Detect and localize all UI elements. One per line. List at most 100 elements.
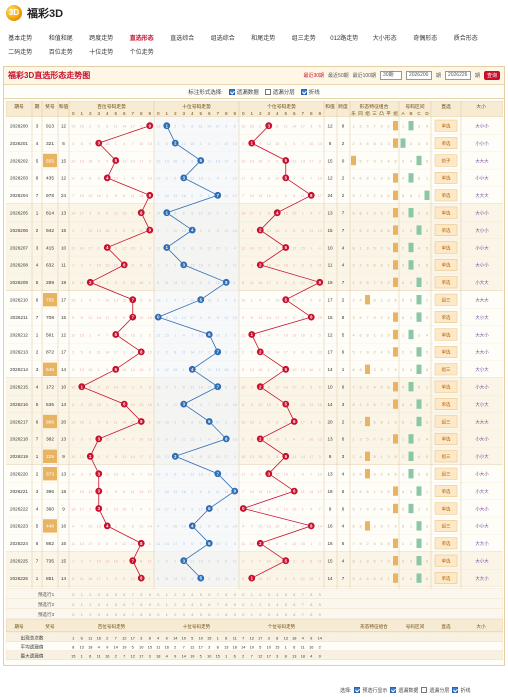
nav-item[interactable]: 和尾走势 xyxy=(243,33,284,42)
nav-item[interactable]: 跨度走势 xyxy=(81,33,122,42)
nav-item[interactable]: 奇偶形态 xyxy=(405,33,446,42)
missing-count: 17 xyxy=(88,541,92,546)
last-100-link[interactable]: 最近100期 xyxy=(353,72,376,79)
stat-digit: 7 xyxy=(115,635,117,640)
stat-digit: 8 xyxy=(72,644,74,649)
range-miss: 5 xyxy=(402,194,404,198)
missing-count: 9 xyxy=(166,402,168,407)
footer-option-predict[interactable]: 预选行显示 xyxy=(354,687,387,694)
checkbox-icon[interactable] xyxy=(421,687,428,694)
missing-count: 9 xyxy=(98,176,100,181)
last-50-link[interactable]: 最近50期 xyxy=(328,72,349,79)
nav-item[interactable]: 组选综合 xyxy=(203,33,244,42)
size-cell: 大大小 xyxy=(475,575,489,582)
missing-count: 6 xyxy=(276,245,278,250)
shape-miss: 5 xyxy=(380,212,382,216)
missing-count: 8 xyxy=(200,454,202,459)
shape-hit xyxy=(351,155,356,166)
shape-miss: 4 xyxy=(359,142,361,146)
trend-chart-svg: 期号期奖号 和值 百位号码走势 十位号码走势 个位号码走势 和值 跨度 形态特征组合 号码区间直… xyxy=(5,100,504,673)
digit-col-header: 1 xyxy=(165,111,168,116)
nav-item[interactable]: 大小形态 xyxy=(365,33,406,42)
nav-item[interactable]: 个位走势 xyxy=(122,47,163,56)
missing-count: 6 xyxy=(149,419,151,424)
nav-item[interactable]: 百位走势 xyxy=(41,47,82,56)
missing-count: 13 xyxy=(318,437,322,442)
missing-count: 12 xyxy=(148,350,152,355)
predict-digit: 0 xyxy=(72,613,74,617)
checkbox-icon[interactable] xyxy=(264,88,271,95)
missing-count: 8 xyxy=(106,419,108,424)
missing-count: 2 xyxy=(106,489,108,494)
nav-item[interactable]: 质合形态 xyxy=(446,33,487,42)
footer-option-line[interactable]: 折线 xyxy=(452,687,470,694)
missing-count: 1 xyxy=(89,332,91,337)
last-30-link[interactable]: 最近30期 xyxy=(303,72,324,79)
predict-digit: 3 xyxy=(268,593,270,597)
missing-count: 16 xyxy=(105,228,109,233)
shape-col-header: 乐 xyxy=(351,110,356,116)
checkbox-icon[interactable] xyxy=(300,88,307,95)
missing-count: 9 xyxy=(285,541,287,546)
nav-item[interactable]: 基本走势 xyxy=(0,33,41,42)
predict-digit: 2 xyxy=(89,593,91,597)
checkbox-icon[interactable] xyxy=(452,687,459,694)
missing-count: 11 xyxy=(165,576,169,581)
missing-count: 1 xyxy=(217,211,219,216)
footer-option-layer[interactable]: 遗漏分层 xyxy=(421,687,449,694)
missing-count: 11 xyxy=(318,263,322,268)
range-miss: 1 xyxy=(410,316,412,320)
stat-digit: 12 xyxy=(122,635,126,640)
range-miss: 1 xyxy=(402,438,404,442)
nav-item[interactable]: 十位走势 xyxy=(81,47,122,56)
nav-item[interactable]: 012路走势 xyxy=(324,33,365,42)
hezhi-cell: 9 xyxy=(329,506,332,511)
missing-count: 15 xyxy=(190,141,194,146)
range-miss: 6 xyxy=(426,577,428,581)
period-select[interactable]: 30期 xyxy=(379,71,402,80)
end-period-input[interactable]: 2026226 xyxy=(444,71,471,80)
footer-option-missing[interactable]: 遗漏数据 xyxy=(390,687,418,694)
start-period-input[interactable]: 2026200 xyxy=(405,71,432,80)
missing-count: 1 xyxy=(285,437,287,442)
nav-item[interactable]: 组三走势 xyxy=(284,33,325,42)
query-button[interactable]: 查询 xyxy=(483,71,500,80)
range-miss: 2 xyxy=(402,351,404,355)
missing-count: 8 xyxy=(191,419,193,424)
missing-count: 15 xyxy=(122,506,126,511)
nav-item[interactable]: 和值和尾 xyxy=(41,33,82,42)
missing-count: 12 xyxy=(275,472,279,477)
prize-cell: 435 xyxy=(46,176,54,182)
checkbox-icon[interactable] xyxy=(390,687,397,694)
checkbox-icon[interactable] xyxy=(228,88,235,95)
missing-count: 11 xyxy=(292,454,296,459)
range-miss: 1 xyxy=(402,125,404,129)
prize-cell: 382 xyxy=(46,437,54,443)
option-missing-layer[interactable]: 遗漏分层 xyxy=(264,88,295,96)
shape-miss: 2 xyxy=(359,577,361,581)
missing-count: 5 xyxy=(140,298,142,303)
hezhi-cell: 19 xyxy=(327,280,333,285)
missing-count: 2 xyxy=(225,332,227,337)
missing-count: 2 xyxy=(183,158,185,163)
missing-count: 11 xyxy=(250,280,254,285)
nav-item[interactable]: 二码走势 xyxy=(0,47,41,56)
missing-count: 3 xyxy=(123,350,125,355)
missing-count: 13 xyxy=(131,367,135,372)
missing-count: 17 xyxy=(224,454,228,459)
missing-count: 13 xyxy=(182,228,186,233)
nav-item[interactable]: 直选综合 xyxy=(162,33,203,42)
nav-item[interactable]: 直选形态 xyxy=(122,33,163,42)
prize-cell: 225 xyxy=(46,454,54,460)
stat-digit: 2 xyxy=(106,635,108,640)
missing-count: 17 xyxy=(148,489,152,494)
shape-miss: 5 xyxy=(373,403,375,407)
shape-hit xyxy=(393,329,398,340)
option-missing-data[interactable]: 遗漏数据 xyxy=(228,88,259,96)
checkbox-icon[interactable] xyxy=(354,687,361,694)
missing-count: 2 xyxy=(89,124,91,129)
option-polyline[interactable]: 折线 xyxy=(300,88,320,96)
missing-count: 5 xyxy=(302,263,304,268)
hezhi-header: 和值 xyxy=(325,103,335,110)
predict-digit: 9 xyxy=(234,593,236,597)
